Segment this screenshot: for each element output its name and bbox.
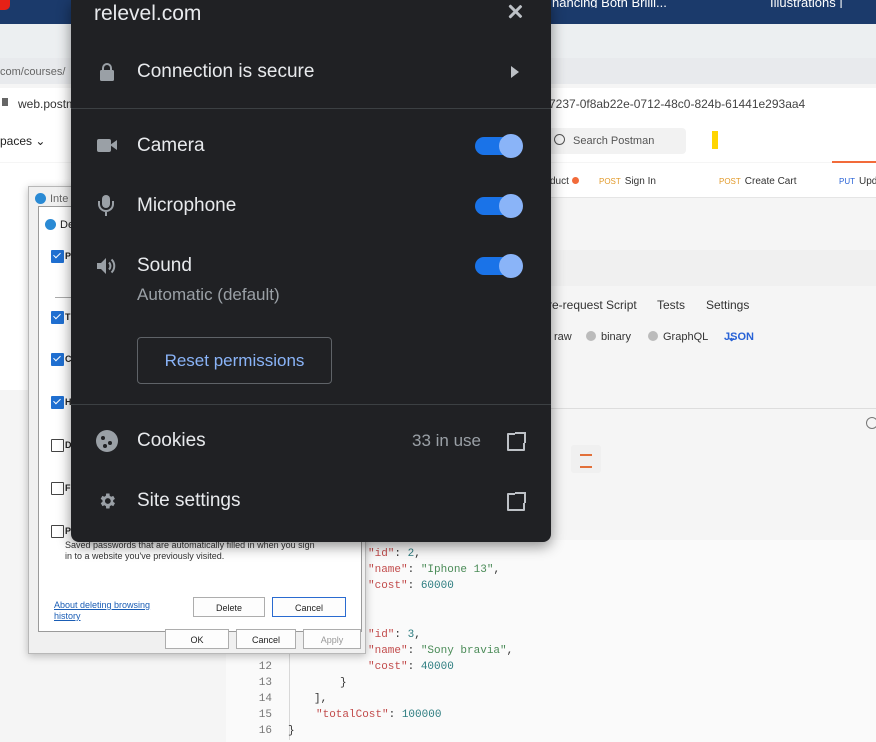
line-number: 12: [258, 661, 272, 673]
divider: [71, 404, 551, 405]
about-deleting-link[interactable]: About deleting browsing history: [54, 600, 150, 622]
globe-icon[interactable]: [866, 417, 876, 429]
search-placeholder: Search Postman: [573, 135, 655, 147]
checkbox[interactable]: [51, 482, 64, 495]
checkbox[interactable]: [51, 396, 64, 409]
json-select[interactable]: JSON ⌄: [724, 331, 754, 344]
tab-product[interactable]: duct: [550, 176, 579, 187]
cookies-label: Cookies: [137, 430, 206, 451]
speaker-icon: [97, 258, 116, 274]
connection-label: Connection is secure: [137, 61, 315, 82]
ie-logo-icon: [35, 193, 46, 204]
dialog-title: Inte: [35, 193, 68, 205]
delete-button[interactable]: Delete: [193, 597, 265, 617]
checkbox[interactable]: [51, 525, 64, 538]
tab-pre-request-script[interactable]: re-request Script: [548, 298, 637, 312]
radio-icon: [586, 331, 596, 341]
apply-button[interactable]: Apply: [303, 629, 361, 649]
address-tail[interactable]: 7237-0f8ab22e-0712-48c0-824b-61441e293aa…: [549, 97, 805, 111]
line-number: 14: [258, 693, 272, 705]
graphql-option[interactable]: GraphQL: [648, 331, 708, 343]
cancel-button[interactable]: Cancel: [272, 597, 346, 617]
gear-icon: [100, 493, 115, 509]
tab-settings[interactable]: Settings: [706, 298, 749, 312]
search-input[interactable]: Search Postman: [548, 128, 686, 154]
site-name: relevel.com: [94, 2, 202, 25]
sound-label: Sound: [137, 255, 192, 276]
cookie-icon: [96, 430, 118, 452]
binary-option[interactable]: binary: [586, 331, 631, 343]
youtube-icon: [0, 0, 10, 10]
line-number: 13: [258, 677, 272, 689]
checkbox[interactable]: [51, 439, 64, 452]
tab-sign-in[interactable]: POST Sign In: [599, 176, 656, 187]
breadcrumb-text: com/courses/: [0, 66, 66, 78]
highlight-marker: [712, 131, 718, 149]
raw-option[interactable]: raw: [554, 331, 572, 343]
line-number: 16: [258, 725, 272, 737]
divider: [71, 108, 551, 109]
camera-toggle[interactable]: [475, 134, 523, 158]
sound-sublabel: Automatic (default): [137, 285, 280, 304]
wrap-lines-button[interactable]: [571, 445, 601, 473]
search-icon: [554, 134, 565, 145]
tab-create-cart[interactable]: POST Create Cart: [719, 176, 796, 187]
tab-tests[interactable]: Tests: [657, 298, 685, 312]
dialog-title: De: [45, 219, 74, 231]
open-external-icon: [507, 432, 526, 451]
checkbox[interactable]: [51, 311, 64, 324]
ie-logo-icon: [45, 219, 56, 230]
chevron-right-icon: [511, 66, 519, 78]
site-info-popup: relevel.com Connection is secure Camera …: [71, 0, 551, 542]
close-icon[interactable]: [505, 2, 525, 22]
wrap-icon: [580, 454, 592, 468]
unsaved-dot-icon: [571, 177, 579, 184]
sound-toggle[interactable]: [475, 254, 523, 278]
camera-label: Camera: [137, 135, 205, 156]
ok-button[interactable]: OK: [165, 629, 229, 649]
browser-tab-title[interactable]: Illustrations |: [770, 0, 843, 8]
radio-icon: [648, 331, 658, 341]
open-external-icon: [507, 492, 526, 511]
checkbox[interactable]: [51, 353, 64, 366]
workspaces-menu[interactable]: paces ⌄: [0, 134, 45, 148]
cancel-button-outer[interactable]: Cancel: [236, 629, 296, 649]
microphone-label: Microphone: [137, 195, 237, 216]
workspaces-label: paces: [0, 134, 33, 148]
passwords-description: Saved passwords that are automatically f…: [65, 540, 315, 561]
site-settings-label: Site settings: [137, 490, 241, 511]
tab-update[interactable]: PUT Upd: [839, 176, 876, 187]
microphone-toggle[interactable]: [475, 194, 523, 218]
browser-tab-title[interactable]: nancing Both Brilli...: [552, 0, 667, 8]
lock-icon: [2, 98, 8, 106]
checkbox[interactable]: [51, 250, 64, 263]
url-bar-area: [550, 250, 876, 286]
divider: [550, 408, 876, 409]
reset-permissions-button[interactable]: Reset permissions: [137, 337, 332, 384]
cookies-count: 33 in use: [412, 431, 481, 450]
line-number: 15: [258, 709, 272, 721]
